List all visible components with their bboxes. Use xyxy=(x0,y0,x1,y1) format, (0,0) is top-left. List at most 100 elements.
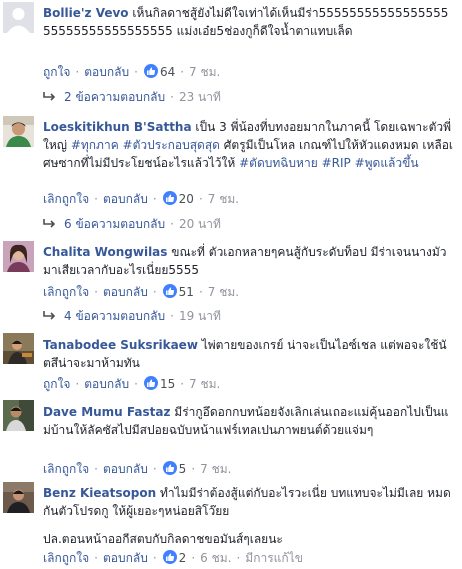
reply-link[interactable]: ตอบกลับ xyxy=(103,551,148,565)
separator-dot: · xyxy=(191,462,196,476)
user-photo-icon xyxy=(3,400,34,431)
comment-author[interactable]: Loeskitikhun B'Sattha xyxy=(43,120,192,134)
separator-dot: · xyxy=(236,551,241,565)
comment-body: Dave Mumu Fastaz มีร่ากูอึดอกกบทน้อยจังเ… xyxy=(43,403,454,439)
reply-arrow-icon xyxy=(43,219,56,228)
hashtag[interactable]: #ตัดบทฉิบหาย xyxy=(239,156,318,170)
separator-dot: · xyxy=(94,551,98,565)
unlike-link[interactable]: เลิกถูกใจ xyxy=(43,551,89,565)
reply-link[interactable]: ตอบกลับ xyxy=(84,65,129,79)
hashtag[interactable]: #ทุกภาค xyxy=(71,138,119,152)
replies-count[interactable]: 6 ข้อความตอบกลับ xyxy=(64,217,165,231)
separator-dot: · xyxy=(75,377,80,391)
comment-actions: เลิกถูกใจ · ตอบกลับ · 2 · 6 ชม. · มีการแก้ไข xyxy=(43,549,454,567)
like-count[interactable]: 20 xyxy=(177,192,194,206)
separator-dot: · xyxy=(191,551,196,565)
comment-actions: ถูกใจ · ตอบกลับ · 64 · 7 ชม. xyxy=(43,63,454,81)
separator-dot: · xyxy=(94,192,98,206)
unlike-link[interactable]: เลิกถูกใจ xyxy=(43,462,89,476)
user-photo-icon xyxy=(3,333,34,364)
thumbs-up-icon[interactable] xyxy=(162,550,177,564)
reply-arrow-icon xyxy=(43,92,56,101)
comment-body: Benz Kieatsopon ทำไมมีร่าต้องสู้แต่กับอะ… xyxy=(43,484,454,520)
avatar[interactable] xyxy=(3,2,34,33)
view-replies[interactable]: 2 ข้อความตอบกลับ · 23 นาที xyxy=(43,88,454,106)
user-photo-icon xyxy=(3,482,34,513)
thumbs-up-icon[interactable] xyxy=(162,461,177,475)
separator-dot: · xyxy=(170,309,174,323)
comment-time[interactable]: 7 ชม. xyxy=(200,462,231,476)
comment-actions: เลิกถูกใจ · ตอบกลับ · 20 · 7 ชม. xyxy=(43,190,454,208)
comment-author[interactable]: Bollie'z Vevo xyxy=(43,6,129,20)
replies-count[interactable]: 2 ข้อความตอบกลับ xyxy=(64,90,165,104)
thumbs-up-icon[interactable] xyxy=(143,376,158,390)
like-link[interactable]: ถูกใจ xyxy=(43,65,70,79)
view-replies[interactable]: 4 ข้อความตอบกลับ · 19 นาที xyxy=(43,307,454,325)
comment-author[interactable]: Chalita Wongwilas xyxy=(43,245,167,259)
separator-dot: · xyxy=(94,462,98,476)
hashtag[interactable]: #พูดแล้วขึ้น xyxy=(355,156,419,170)
like-count[interactable]: 64 xyxy=(158,65,175,79)
view-replies[interactable]: 6 ข้อความตอบกลับ · 20 นาที xyxy=(43,215,454,233)
separator-dot: · xyxy=(75,65,80,79)
comment-time[interactable]: 7 ชม. xyxy=(189,65,220,79)
unlike-link[interactable]: เลิกถูกใจ xyxy=(43,285,89,299)
avatar[interactable] xyxy=(3,241,34,272)
unlike-link[interactable]: เลิกถูกใจ xyxy=(43,192,89,206)
replies-time[interactable]: 23 นาที xyxy=(179,90,221,104)
edited-label[interactable]: มีการแก้ไข xyxy=(245,551,303,565)
separator-dot: · xyxy=(152,462,157,476)
replies-time[interactable]: 19 นาที xyxy=(179,309,221,323)
avatar[interactable] xyxy=(3,482,34,513)
comment-time[interactable]: 6 ชม. xyxy=(200,551,231,565)
comment-author[interactable]: Tanabodee Suksrikaew xyxy=(43,338,198,352)
separator-dot: · xyxy=(198,285,203,299)
user-photo-icon xyxy=(3,116,34,147)
like-count[interactable]: 2 xyxy=(177,551,187,565)
comment-body: Bollie'z Vevo เห็นกิลดาชสู้ยังไม่ดีใจเท่… xyxy=(43,4,454,40)
reply-link[interactable]: ตอบกลับ xyxy=(103,285,148,299)
comment-body: Loeskitikhun B'Sattha เป็น 3 พี่น้องที่บ… xyxy=(43,118,454,172)
reply-link[interactable]: ตอบกลับ xyxy=(103,192,148,206)
comment-author[interactable]: Dave Mumu Fastaz xyxy=(43,405,170,419)
comment-actions: เลิกถูกใจ · ตอบกลับ · 51 · 7 ชม. xyxy=(43,283,454,301)
reply-link[interactable]: ตอบกลับ xyxy=(103,462,148,476)
separator-dot: · xyxy=(134,65,138,79)
thumbs-up-icon[interactable] xyxy=(162,284,177,298)
replies-count[interactable]: 4 ข้อความตอบกลับ xyxy=(64,309,165,323)
comment-text: ปล.ตอนหน้าออกีสตบกับกิลดาชขอมันส์ๆเลยนะ xyxy=(43,532,283,546)
separator-dot: · xyxy=(170,90,174,104)
comment-time[interactable]: 7 ชม. xyxy=(208,285,239,299)
comment-actions: เลิกถูกใจ · ตอบกลับ · 5 · 7 ชม. xyxy=(43,460,454,478)
hashtag[interactable]: #RIP xyxy=(322,156,351,170)
comment-body-ps: ปล.ตอนหน้าออกีสตบกับกิลดาชขอมันส์ๆเลยนะ xyxy=(43,530,454,548)
thumbs-up-icon[interactable] xyxy=(162,191,177,205)
separator-dot: · xyxy=(94,285,98,299)
reply-arrow-icon xyxy=(43,311,56,320)
separator-dot: · xyxy=(180,377,185,391)
like-count[interactable]: 51 xyxy=(177,285,194,299)
avatar[interactable] xyxy=(3,116,34,147)
comment-body: Chalita Wongwilas ขณะที่ ตัวเอกหลายๆคนสู… xyxy=(43,243,454,279)
replies-time[interactable]: 20 นาที xyxy=(179,217,221,231)
separator-dot: · xyxy=(152,192,157,206)
default-avatar-icon xyxy=(3,2,34,33)
like-link[interactable]: ถูกใจ xyxy=(43,377,70,391)
comment-time[interactable]: 7 ชม. xyxy=(189,377,220,391)
comment-time[interactable]: 7 ชม. xyxy=(208,192,239,206)
separator-dot: · xyxy=(180,65,185,79)
like-count[interactable]: 5 xyxy=(177,462,187,476)
separator-dot: · xyxy=(152,551,157,565)
avatar[interactable] xyxy=(3,333,34,364)
user-photo-icon xyxy=(3,241,34,272)
thumbs-up-icon[interactable] xyxy=(143,64,158,78)
separator-dot: · xyxy=(170,217,174,231)
separator-dot: · xyxy=(152,285,157,299)
comment-author[interactable]: Benz Kieatsopon xyxy=(43,486,156,500)
avatar[interactable] xyxy=(3,400,34,431)
reply-link[interactable]: ตอบกลับ xyxy=(84,377,129,391)
separator-dot: · xyxy=(198,192,203,206)
separator-dot: · xyxy=(134,377,138,391)
hashtag[interactable]: #ตัวประกอบสุดสุด xyxy=(123,138,220,152)
like-count[interactable]: 15 xyxy=(158,377,175,391)
